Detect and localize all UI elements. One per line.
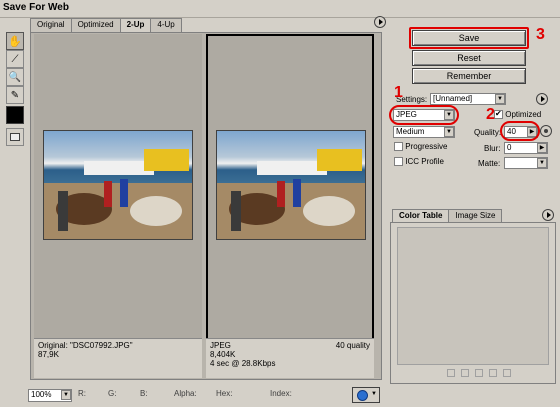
color-table-menu-button[interactable]: [542, 209, 554, 221]
annotation-highlight-format: [389, 105, 459, 125]
optimized-checkbox[interactable]: ✔: [494, 109, 503, 120]
arrow-right-icon: [547, 212, 551, 218]
annotation-number-1: 1: [394, 84, 403, 101]
matte-select[interactable]: ▼: [504, 157, 548, 169]
arrow-right-icon[interactable]: ▶: [537, 143, 547, 153]
zoom-value: 100%: [31, 390, 52, 399]
progressive-checkbox[interactable]: [394, 142, 403, 152]
photo-scene: [44, 149, 192, 239]
hand-tool[interactable]: ✋: [6, 32, 24, 50]
progressive-label: Progressive: [405, 142, 448, 151]
original-caption: Original: "DSC07992.JPG" 87,9K: [34, 338, 202, 378]
matte-label: Matte:: [478, 159, 501, 168]
eyedropper-icon: ✎: [10, 89, 20, 101]
tab-color-table[interactable]: Color Table: [392, 209, 450, 222]
photo-scene: [217, 149, 365, 239]
original-size: 87,9K: [38, 350, 59, 359]
delete-color-icon[interactable]: [503, 369, 511, 377]
window-title: Save For Web: [3, 2, 69, 13]
settings-preset-value: [Unnamed]: [433, 94, 473, 103]
quality-level-value: Medium: [396, 127, 425, 136]
status-alpha: Alpha:: [174, 389, 197, 398]
chevron-down-icon: ▼: [495, 94, 505, 104]
annotation-highlight-quality: [500, 121, 540, 141]
slice-select-icon: ⟋: [11, 53, 19, 65]
view-tabs: Original Optimized 2-Up 4-Up: [30, 18, 182, 32]
color-table-actions: [447, 369, 511, 377]
optimized-pane[interactable]: JPEG 8,404K 4 sec @ 28.8Kbps 40 quality: [206, 34, 374, 378]
color-panel-tabs: Color Table Image Size: [392, 209, 503, 222]
optimized-size: 8,404K: [210, 350, 236, 359]
optimize-menu-button[interactable]: [536, 93, 548, 105]
original-pane[interactable]: Original: "DSC07992.JPG" 87,9K: [34, 34, 202, 378]
optimized-quality-note: 40 quality: [335, 341, 370, 350]
original-image: [43, 130, 193, 240]
web-shift-icon[interactable]: [461, 369, 469, 377]
quality-mask-button[interactable]: [540, 125, 552, 137]
status-index: Index:: [270, 389, 292, 398]
preview-in-browser-button[interactable]: ▼: [352, 387, 380, 403]
color-table-panel: [390, 222, 556, 384]
tab-image-size[interactable]: Image Size: [448, 209, 503, 222]
browser-globe-icon: [357, 390, 368, 401]
blur-input[interactable]: 0 ▶: [504, 142, 548, 154]
tab-optimized[interactable]: Optimized: [70, 18, 121, 32]
progressive-row[interactable]: Progressive: [394, 142, 448, 152]
preview-menu-button[interactable]: [374, 16, 386, 28]
blur-label: Blur:: [484, 144, 501, 153]
optimized-download-time: 4 sec @ 28.8Kbps: [210, 359, 276, 368]
remember-button[interactable]: Remember: [412, 68, 526, 84]
chevron-down-icon: ▼: [61, 390, 71, 400]
quality-label: Quality:: [474, 128, 502, 137]
hand-icon: ✋: [8, 35, 22, 48]
checkmark-icon: ✔: [495, 109, 502, 119]
slice-select-tool[interactable]: ⟋: [6, 50, 24, 68]
annotation-number-2: 2: [486, 106, 495, 123]
status-r: R:: [78, 389, 86, 398]
lock-color-icon[interactable]: [475, 369, 483, 377]
chevron-down-icon: ▼: [537, 158, 547, 168]
optimized-image: [216, 130, 366, 240]
chevron-down-icon: ▼: [444, 127, 454, 137]
optimized-checkbox-row[interactable]: ✔ Optimized: [494, 109, 542, 120]
color-table-swatches[interactable]: [397, 227, 549, 365]
eyedropper-color-swatch[interactable]: [6, 106, 24, 124]
icc-profile-checkbox[interactable]: [394, 157, 403, 167]
chevron-down-icon: ▼: [371, 391, 377, 397]
blur-value: 0: [507, 143, 512, 152]
arrow-right-icon: [541, 96, 545, 102]
status-b: B:: [140, 389, 148, 398]
toggle-slices-tool[interactable]: [6, 128, 24, 146]
map-color-icon[interactable]: [447, 369, 455, 377]
annotation-number-3: 3: [536, 26, 545, 43]
optimized-label: Optimized: [505, 110, 542, 119]
slices-visibility-icon: [10, 133, 20, 141]
zoom-tool[interactable]: 🔍: [6, 68, 24, 86]
reset-button[interactable]: Reset: [412, 50, 526, 66]
status-hex: Hex:: [216, 389, 233, 398]
quality-level-select[interactable]: Medium ▼: [393, 126, 455, 138]
settings-preset-select[interactable]: [Unnamed] ▼: [430, 93, 506, 105]
tab-original[interactable]: Original: [30, 18, 72, 32]
title-bar: Save For Web: [0, 0, 560, 18]
circle-icon: [544, 129, 548, 133]
status-g: G:: [108, 389, 117, 398]
tab-4-up[interactable]: 4-Up: [150, 18, 182, 32]
arrow-right-icon: [379, 19, 383, 25]
optimized-caption: JPEG 8,404K 4 sec @ 28.8Kbps 40 quality: [206, 338, 374, 378]
new-color-icon[interactable]: [489, 369, 497, 377]
icc-profile-row[interactable]: ICC Profile: [394, 157, 444, 167]
annotation-highlight-save: [409, 27, 529, 49]
zoom-select[interactable]: 100% ▼: [28, 389, 72, 402]
icc-profile-label: ICC Profile: [405, 157, 444, 166]
original-filename: Original: "DSC07992.JPG": [38, 341, 133, 350]
tab-2-up[interactable]: 2-Up: [119, 18, 152, 32]
zoom-icon: 🔍: [8, 71, 22, 83]
eyedropper-tool[interactable]: ✎: [6, 86, 24, 104]
